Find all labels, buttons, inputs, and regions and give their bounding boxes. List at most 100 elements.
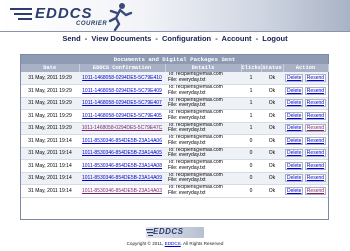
delete-button[interactable]: Delete [284, 161, 304, 170]
confirmation-link[interactable]: 1011-1468058-0294DE5-5C79E410 [82, 75, 162, 81]
clicks-cell: 1 [241, 72, 261, 85]
copyright-suffix: . All Rights Reserved [180, 241, 224, 246]
details-cell: To: recipient@email.com File: everyday.tx… [165, 84, 241, 98]
table-row: 31 May, 2011 19:29 1011-1468058-0294DE5-5… [21, 109, 328, 123]
details-file: File: everyday.txt [168, 164, 206, 171]
resend-button[interactable]: Resend [304, 99, 327, 108]
nav-account[interactable]: Account [222, 34, 252, 43]
delete-button[interactable]: Delete [284, 124, 304, 133]
sent-documents-table: Date EDDCS Confirmation Details Clicks S… [21, 64, 329, 198]
date-cell: 31 May, 2011 19:14 [21, 172, 79, 185]
confirmation-cell: 1011-1468058-0294DE5-5C79E47C [79, 122, 165, 135]
status-cell: Ok [261, 97, 283, 110]
nav-configuration[interactable]: Configuration [162, 34, 211, 43]
speed-lines-icon [10, 8, 32, 20]
confirmation-link[interactable]: 1011-1468058-0294DE5-5C79E407 [82, 100, 162, 106]
details-cell: To: recipient@email.com File: everyday.tx… [165, 72, 241, 85]
confirmation-cell: 1011-1468058-0294DE5-5C79E405 [79, 109, 165, 123]
status-cell: Ok [261, 134, 283, 148]
status-cell: Ok [261, 147, 283, 160]
action-cell: Delete Resend [283, 147, 328, 160]
confirmation-cell: 1011-1468058-0294DE5-5C79E410 [79, 72, 165, 85]
confirmation-link[interactable]: 1011-8530346-854DE5B-23A14A05 [82, 150, 162, 156]
action-cell: Delete Resend [283, 109, 328, 123]
clicks-cell: 0 [241, 134, 261, 148]
clicks-cell: 1 [241, 97, 261, 110]
confirmation-link[interactable]: 1011-1468058-0294DE5-5C79E47C [82, 125, 163, 131]
panel-title: Documents and Digital Packages Sent [21, 55, 328, 64]
confirmation-cell: 1011-8530346-854DE5B-23A14A09 [79, 172, 165, 185]
action-cell: Delete Resend [283, 84, 328, 98]
footer-logo-text: EDDCS [153, 227, 184, 236]
table-row: 31 May, 2011 19:29 1011-1468058-0294DE5-5… [21, 122, 328, 135]
table-row: 31 May, 2011 19:29 1011-1468058-0294DE5-5… [21, 97, 328, 110]
details-cell: To: recipient@email.com File: everyday.tx… [165, 109, 241, 123]
delete-button[interactable]: Delete [284, 111, 304, 120]
details-file: File: everyday.txt [168, 152, 206, 159]
details-cell: To: recipient@email.com File: everyday.tx… [165, 134, 241, 148]
table-row: 31 May, 2011 19:14 1011-8530346-854DE5B-2… [21, 184, 328, 198]
main-nav: Send - View Documents - Configuration - … [0, 34, 350, 46]
details-file: File: everyday.txt [168, 77, 206, 83]
copyright-link[interactable]: EDDCS [165, 241, 181, 246]
action-cell: Delete Resend [283, 184, 328, 198]
delete-button[interactable]: Delete [284, 99, 304, 108]
resend-button[interactable]: Resend [304, 149, 327, 158]
copyright-prefix: Copyright © 2011, [126, 241, 164, 246]
confirmation-link[interactable]: 1011-8530346-854DE5B-23A14A03 [82, 188, 162, 194]
clicks-cell: 1 [241, 84, 261, 98]
resend-button[interactable]: Resend [304, 136, 327, 145]
resend-button[interactable]: Resend [304, 174, 327, 183]
delete-button[interactable]: Delete [284, 136, 304, 145]
resend-button[interactable]: Resend [304, 124, 327, 133]
details-cell: To: recipient@email.com File: everyday.tx… [165, 159, 241, 173]
confirmation-cell: 1011-1468058-0294DE5-5C79E409 [79, 84, 165, 98]
date-cell: 31 May, 2011 19:29 [21, 72, 79, 85]
details-cell: To: recipient@email.com File: everyday.tx… [165, 97, 241, 110]
clicks-cell: 1 [241, 109, 261, 123]
action-cell: Delete Resend [283, 134, 328, 148]
confirmation-link[interactable]: 1011-8530346-854DE5B-23A14A06 [82, 138, 162, 144]
nav-separator: - [215, 34, 218, 43]
nav-send[interactable]: Send [62, 34, 80, 43]
column-header-status: Status [261, 64, 284, 72]
status-cell: Ok [261, 109, 283, 123]
details-file: File: everyday.txt [168, 189, 206, 196]
column-header-clicks: Clicks [241, 64, 262, 72]
details-file: File: everyday.txt [168, 127, 206, 134]
status-cell: Ok [261, 184, 283, 198]
resend-button[interactable]: Resend [304, 186, 327, 195]
action-cell: Delete Resend [283, 72, 328, 85]
table-row: 31 May, 2011 19:29 1011-1468058-0294DE5-5… [21, 84, 328, 98]
resend-button[interactable]: Resend [304, 74, 327, 82]
date-cell: 31 May, 2011 19:14 [21, 134, 79, 148]
confirmation-link[interactable]: 1011-1468058-0294DE5-5C79E409 [82, 88, 162, 94]
nav-view-documents[interactable]: View Documents [91, 34, 151, 43]
action-cell: Delete Resend [283, 122, 328, 135]
details-file: File: everyday.txt [168, 177, 206, 184]
status-cell: Ok [261, 172, 283, 185]
status-cell: Ok [261, 159, 283, 173]
nav-separator: - [84, 34, 88, 43]
delete-button[interactable]: Delete [284, 149, 304, 158]
date-cell: 31 May, 2011 19:29 [21, 109, 79, 123]
details-file: File: everyday.txt [168, 89, 206, 96]
delete-button[interactable]: Delete [284, 174, 304, 183]
resend-button[interactable]: Resend [304, 161, 327, 170]
confirmation-link[interactable]: 1011-8530346-854DE5B-23A14A08 [82, 163, 162, 169]
header-banner: EDDCS COURIER [0, 0, 350, 32]
delete-button[interactable]: Delete [284, 186, 304, 195]
delete-button[interactable]: Delete [284, 86, 304, 95]
resend-button[interactable]: Resend [304, 86, 327, 95]
clicks-cell: 0 [241, 147, 261, 160]
date-cell: 31 May, 2011 19:14 [21, 147, 79, 160]
confirmation-link[interactable]: 1011-8530346-854DE5B-23A14A09 [82, 175, 162, 181]
details-cell: To: recipient@email.com File: everyday.tx… [165, 122, 241, 135]
nav-logout[interactable]: Logout [262, 34, 287, 43]
logo-text: EDDCS [35, 5, 93, 22]
confirmation-link[interactable]: 1011-1468058-0294DE5-5C79E405 [82, 113, 162, 119]
date-cell: 31 May, 2011 19:14 [21, 184, 79, 198]
confirmation-cell: 1011-8530346-854DE5B-23A14A05 [79, 147, 165, 160]
resend-button[interactable]: Resend [304, 111, 327, 120]
delete-button[interactable]: Delete [284, 74, 304, 82]
